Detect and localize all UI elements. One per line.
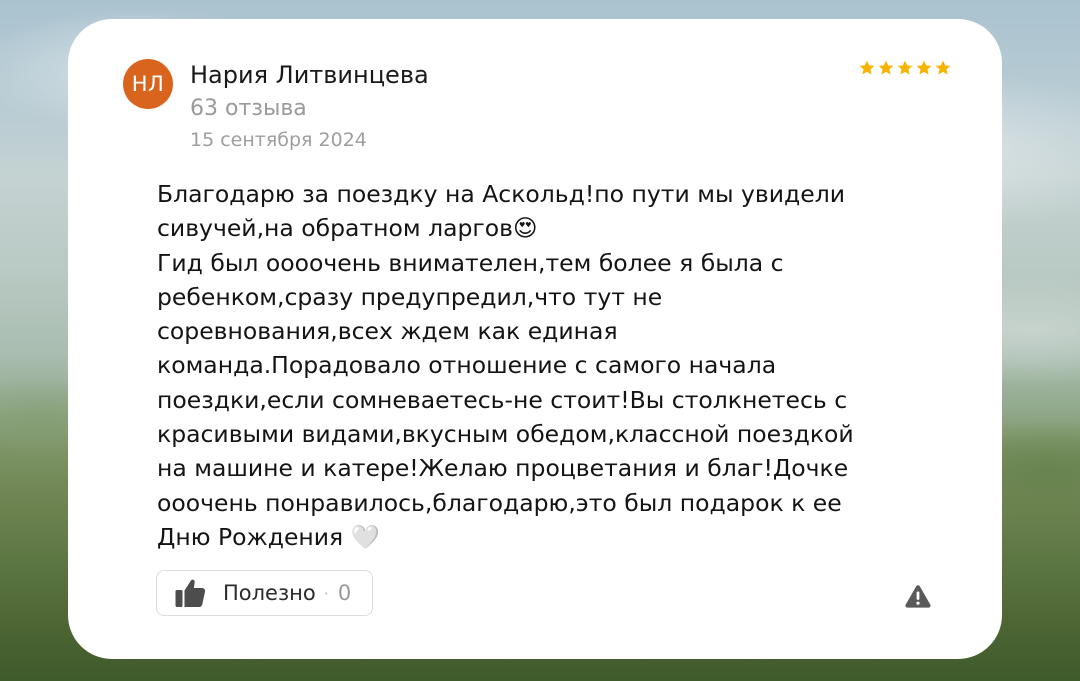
warning-icon — [905, 585, 931, 608]
star-rating — [858, 59, 952, 77]
star-icon — [935, 60, 951, 75]
helpful-button[interactable]: Полезно · 0 — [156, 570, 373, 616]
thumbs-up-icon — [175, 579, 206, 607]
author-reviews-count: 63 отзыва — [190, 96, 307, 121]
author-name[interactable]: Нария Литвинцева — [190, 61, 429, 89]
star-icon — [897, 60, 913, 75]
star-icon — [859, 60, 875, 75]
helpful-label: Полезно — [223, 581, 316, 605]
review-date: 15 сентября 2024 — [190, 129, 367, 151]
review-text: Благодарю за поездку на Аскольд!по пути … — [157, 180, 854, 551]
star-icon — [878, 60, 894, 75]
review-card: НЛ Нария Литвинцева 63 отзыва 15 сентябр… — [68, 19, 1002, 659]
helpful-separator: · — [323, 583, 329, 603]
helpful-count: 0 — [337, 581, 352, 605]
avatar[interactable]: НЛ — [123, 59, 173, 109]
report-button[interactable] — [904, 583, 932, 609]
star-icon — [916, 60, 932, 75]
